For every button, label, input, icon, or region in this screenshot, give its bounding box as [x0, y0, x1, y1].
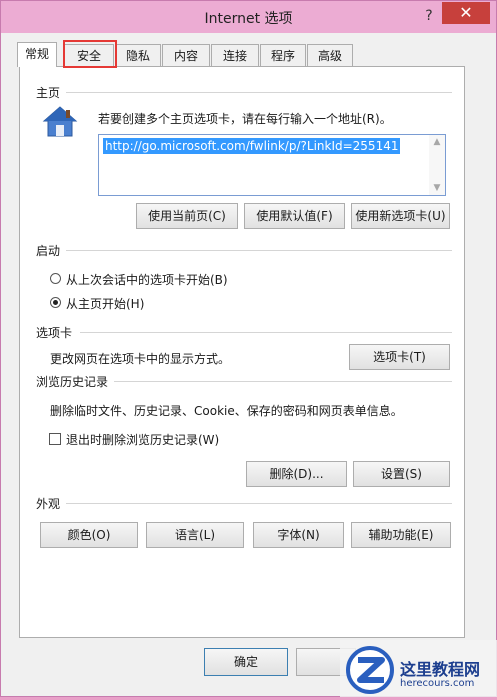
startup-home-label[interactable]: 从主页开始(H)	[66, 295, 144, 312]
title-bar[interactable]: Internet 选项 ? ✕	[1, 1, 496, 33]
delete-on-exit-label[interactable]: 退出时删除浏览历史记录(W)	[66, 431, 219, 448]
url-scrollbar[interactable]: ▲ ▼	[429, 135, 445, 195]
use-new-tab-button[interactable]: 使用新选项卡(U)	[351, 203, 450, 229]
home-section-label: 主页	[36, 86, 61, 100]
home-icon	[42, 106, 78, 137]
home-separator	[66, 92, 452, 93]
tab-advanced[interactable]: 高级	[307, 44, 353, 66]
startup-last-session-label[interactable]: 从上次会话中的选项卡开始(B)	[66, 271, 228, 288]
fonts-button[interactable]: 字体(N)	[253, 522, 344, 548]
history-settings-button[interactable]: 设置(S)	[353, 461, 450, 487]
security-tab-highlight	[63, 40, 117, 68]
startup-last-session-radio[interactable]	[50, 273, 61, 284]
home-url-textarea[interactable]: http://go.microsoft.com/fwlink/p/?LinkId…	[98, 134, 446, 196]
delete-on-exit-checkbox[interactable]	[49, 433, 61, 445]
history-separator	[114, 381, 452, 382]
tabs-settings-button[interactable]: 选项卡(T)	[349, 344, 450, 370]
home-description: 若要创建多个主页选项卡，请在每行输入一个地址(R)。	[98, 112, 392, 126]
startup-separator	[66, 250, 452, 251]
help-button[interactable]: ?	[418, 6, 440, 26]
tab-general[interactable]: 常规	[17, 42, 57, 67]
history-section-label: 浏览历史记录	[36, 375, 109, 389]
tab-privacy[interactable]: 隐私	[115, 44, 161, 66]
history-description: 删除临时文件、历史记录、Cookie、保存的密码和网页表单信息。	[50, 404, 403, 418]
tab-content[interactable]: 内容	[162, 44, 210, 66]
ok-button[interactable]: 确定	[204, 648, 288, 676]
use-default-button[interactable]: 使用默认值(F)	[244, 203, 345, 229]
tab-programs[interactable]: 程序	[260, 44, 306, 66]
appearance-section-label: 外观	[36, 497, 61, 511]
site-watermark: 这里教程网 herecours.com	[340, 640, 497, 697]
tabs-description: 更改网页在选项卡中的显示方式。	[50, 352, 231, 366]
accessibility-button[interactable]: 辅助功能(E)	[351, 522, 451, 548]
watermark-url: herecours.com	[400, 678, 475, 689]
home-url-value: http://go.microsoft.com/fwlink/p/?LinkId…	[103, 138, 401, 154]
startup-section-label: 启动	[36, 244, 61, 258]
startup-home-radio[interactable]	[50, 297, 61, 308]
tabs-separator	[80, 332, 452, 333]
appearance-separator	[66, 503, 452, 504]
tabs-section-label: 选项卡	[36, 326, 73, 340]
close-button[interactable]: ✕	[442, 2, 490, 24]
tab-connections[interactable]: 连接	[211, 44, 259, 66]
delete-history-button[interactable]: 删除(D)...	[246, 461, 347, 487]
watermark-name: 这里教程网	[400, 660, 481, 679]
colors-button[interactable]: 颜色(O)	[40, 522, 138, 548]
scroll-down-icon[interactable]: ▼	[431, 183, 443, 193]
use-current-button[interactable]: 使用当前页(C)	[136, 203, 238, 229]
scroll-up-icon[interactable]: ▲	[431, 137, 443, 147]
languages-button[interactable]: 语言(L)	[146, 522, 244, 548]
